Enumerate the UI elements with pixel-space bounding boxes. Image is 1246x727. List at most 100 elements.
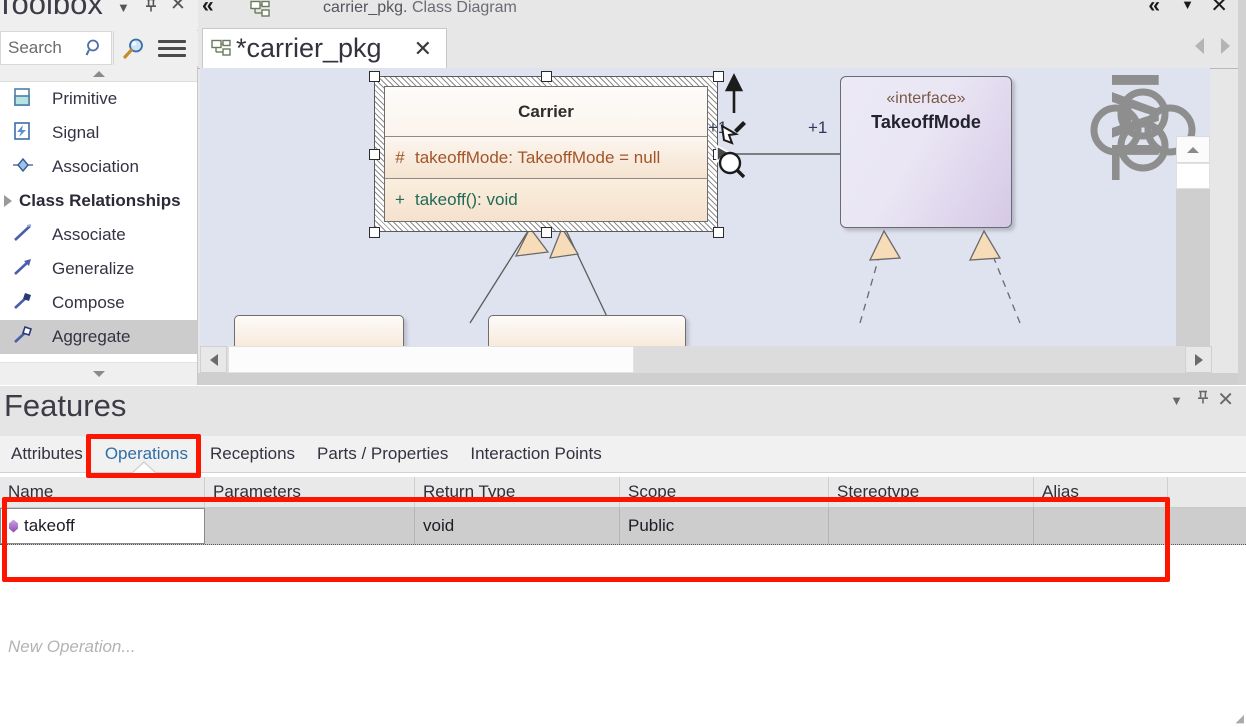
vertical-scrollbar-thumb[interactable] — [1176, 163, 1210, 189]
cell-parameters[interactable] — [205, 508, 415, 544]
signal-icon — [12, 121, 40, 145]
collapse-right-icon[interactable]: « — [1148, 0, 1160, 18]
association-icon — [12, 155, 40, 179]
toolbox-search-row: Search — [0, 31, 198, 66]
toolbox-item-association[interactable]: Association — [0, 150, 197, 184]
toolbox-item-aggregate[interactable]: Aggregate — [0, 320, 197, 354]
pin-icon[interactable] — [1196, 389, 1210, 410]
close-icon[interactable]: ✕ — [1217, 387, 1234, 412]
resize-grip-icon[interactable]: ◢ — [1236, 712, 1244, 725]
compose-icon — [12, 291, 40, 315]
attribute-text: takeoffMode: TakeoffMode = null — [415, 147, 661, 167]
editor-menu-chevron-icon[interactable]: ▼ — [1181, 0, 1194, 12]
canvas-vertical-scrollbar[interactable] — [1176, 136, 1210, 358]
features-panel: Features ▼ ✕ Attributes Operations Recepti… — [0, 386, 1246, 727]
toolbox-group-class-relationships[interactable]: Class Relationships — [0, 184, 197, 218]
diagram-canvas[interactable]: TRIAL Carrier # takeoffMode: TakeoffMode… — [200, 68, 1210, 358]
column-header-name[interactable]: Name — [0, 477, 205, 507]
class-carrier-operations-section[interactable]: + takeoff(): void — [385, 179, 707, 221]
interface-takeoffmode[interactable]: «interface» TakeoffMode — [840, 76, 1012, 228]
search-input-text: Search — [8, 38, 62, 57]
toolbox-title: Toolbox — [0, 0, 103, 21]
toolbox-title-bar: Toolbox ▼ ✕ — [0, 0, 198, 30]
tab-interaction-points[interactable]: Interaction Points — [459, 444, 612, 464]
column-header-return-type[interactable]: Return Type — [415, 477, 620, 507]
hamburger-menu-icon[interactable] — [158, 40, 186, 58]
zoom-search-icon[interactable] — [122, 37, 146, 61]
column-header-scope[interactable]: Scope — [620, 477, 829, 507]
toolbox-item-associate[interactable]: Associate — [0, 218, 197, 252]
scroll-left-button[interactable] — [200, 346, 227, 373]
table-header-row: Name Parameters Return Type Scope Stereotype… — [0, 477, 1246, 508]
toolbox-item-compose[interactable]: Compose — [0, 286, 197, 320]
toolbox-item-generalize[interactable]: Generalize — [0, 252, 197, 286]
cell-alias[interactable] — [1034, 508, 1168, 544]
cell-text: takeoff — [24, 516, 75, 535]
chevron-down-icon[interactable]: ▼ — [117, 0, 130, 17]
toolbox-item-signal[interactable]: Signal — [0, 116, 197, 150]
resize-handle[interactable] — [713, 71, 724, 82]
tab-receptions[interactable]: Receptions — [199, 444, 306, 464]
cell-stereotype[interactable] — [829, 508, 1034, 544]
new-operation-row[interactable]: New Operation... — [8, 637, 136, 657]
cell-name[interactable]: takeoff — [0, 508, 205, 544]
generalize-icon — [12, 257, 40, 281]
operation-visibility: + — [395, 190, 405, 209]
tab-attributes[interactable]: Attributes — [0, 444, 94, 464]
close-icon[interactable]: ✕ — [170, 0, 186, 14]
tab-carrier-pkg[interactable]: *carrier_pkg ✕ — [202, 28, 447, 68]
resize-handle[interactable] — [369, 149, 380, 160]
features-tab-bar: Attributes Operations Receptions Parts / Pr… — [0, 436, 1246, 473]
tab-parts-properties[interactable]: Parts / Properties — [306, 444, 459, 464]
scroll-up-button[interactable] — [1176, 136, 1210, 163]
resize-handle[interactable] — [541, 227, 552, 238]
scroll-right-button[interactable] — [1185, 346, 1212, 373]
search-icon — [85, 38, 105, 58]
column-header-stereotype[interactable]: Stereotype — [829, 477, 1034, 507]
operation-text: takeoff(): void — [415, 190, 518, 209]
resize-handle[interactable] — [369, 227, 380, 238]
tab-close-icon[interactable]: ✕ — [414, 36, 432, 62]
class-diagram-icon — [250, 0, 272, 20]
editor-right-edge — [1238, 0, 1246, 385]
class-carrier-title-section: Carrier — [385, 87, 707, 137]
editor-close-icon[interactable]: ✕ — [1210, 0, 1228, 18]
column-header-alias[interactable]: Alias — [1034, 477, 1168, 507]
tab-next-button[interactable] — [1221, 38, 1230, 54]
cell-scope[interactable]: Public — [620, 508, 829, 544]
resize-handle[interactable] — [541, 71, 552, 82]
editor-bottom-strip — [198, 373, 1246, 385]
interface-name: TakeoffMode — [871, 112, 981, 132]
horizontal-scrollbar-thumb[interactable] — [228, 346, 634, 373]
toolbox-scroll-up-button[interactable] — [0, 66, 197, 82]
resize-handle[interactable] — [713, 227, 724, 238]
tab-prev-button[interactable] — [1195, 38, 1204, 54]
chevron-down-icon[interactable]: ▼ — [1170, 393, 1183, 408]
toolbox-item-label: Signal — [52, 123, 100, 142]
toolbox-item-primitive[interactable]: Primitive — [0, 82, 197, 116]
diagram-editor: « carrier_pkg. Class Diagram « ▼ ✕ *carr… — [198, 0, 1246, 385]
cell-return-type[interactable]: void — [415, 508, 620, 544]
group-triangle-icon — [4, 195, 12, 207]
triangle-down-icon — [92, 371, 105, 377]
editor-top-bar: « carrier_pkg. Class Diagram « ▼ ✕ — [198, 0, 1246, 29]
toolbox-scroll-down-button[interactable] — [0, 362, 197, 385]
associate-icon — [12, 223, 40, 247]
class-carrier[interactable]: Carrier # takeoffMode: TakeoffMode = nul… — [384, 86, 708, 222]
collapse-left-icon[interactable]: « — [202, 0, 214, 18]
breadcrumb-kind: Class Diagram — [411, 0, 517, 16]
search-input[interactable]: Search — [0, 31, 112, 65]
active-tab-caret — [133, 463, 155, 473]
toolbar-divider — [113, 31, 114, 65]
canvas-horizontal-scrollbar[interactable] — [200, 346, 1212, 373]
pin-icon[interactable] — [144, 0, 158, 17]
breadcrumb-package: carrier_pkg. — [323, 0, 408, 16]
toolbox-item-list: Primitive Signal Association Class Relation… — [0, 82, 197, 362]
triangle-up-icon — [92, 70, 105, 77]
class-carrier-attributes-section[interactable]: # takeoffMode: TakeoffMode = null — [385, 137, 707, 179]
features-title: Features — [4, 388, 127, 423]
table-row[interactable]: takeoff void Public — [0, 508, 1246, 545]
resize-handle[interactable] — [369, 71, 380, 82]
attribute-visibility: # — [395, 147, 405, 167]
column-header-parameters[interactable]: Parameters — [205, 477, 415, 507]
